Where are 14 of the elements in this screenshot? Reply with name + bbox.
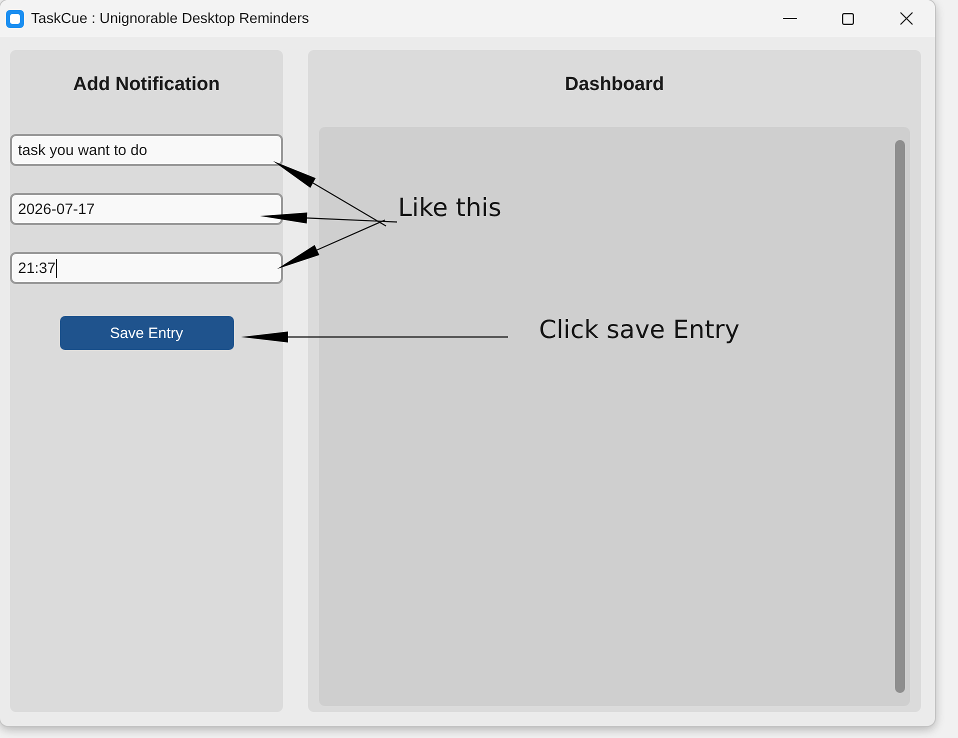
app-icon — [6, 10, 24, 28]
minimize-icon[interactable] — [783, 18, 797, 20]
close-icon[interactable] — [900, 12, 912, 25]
input-field[interactable]: task you want to do — [10, 134, 283, 166]
annotation-label: Like this — [398, 193, 502, 223]
annotation-label: Click save Entry — [539, 315, 740, 345]
window-title: TaskCue : Unignorable Desktop Reminders — [31, 10, 310, 26]
panel-title: Add Notification — [73, 73, 220, 97]
maximize-icon[interactable] — [842, 12, 854, 24]
save-button[interactable]: Save Entry — [60, 316, 234, 350]
input-field[interactable]: 21:37 — [10, 252, 283, 284]
scrollbar[interactable] — [895, 140, 905, 693]
input-field[interactable]: 2026-07-17 — [10, 193, 283, 225]
panel-title: Dashboard — [564, 73, 664, 97]
